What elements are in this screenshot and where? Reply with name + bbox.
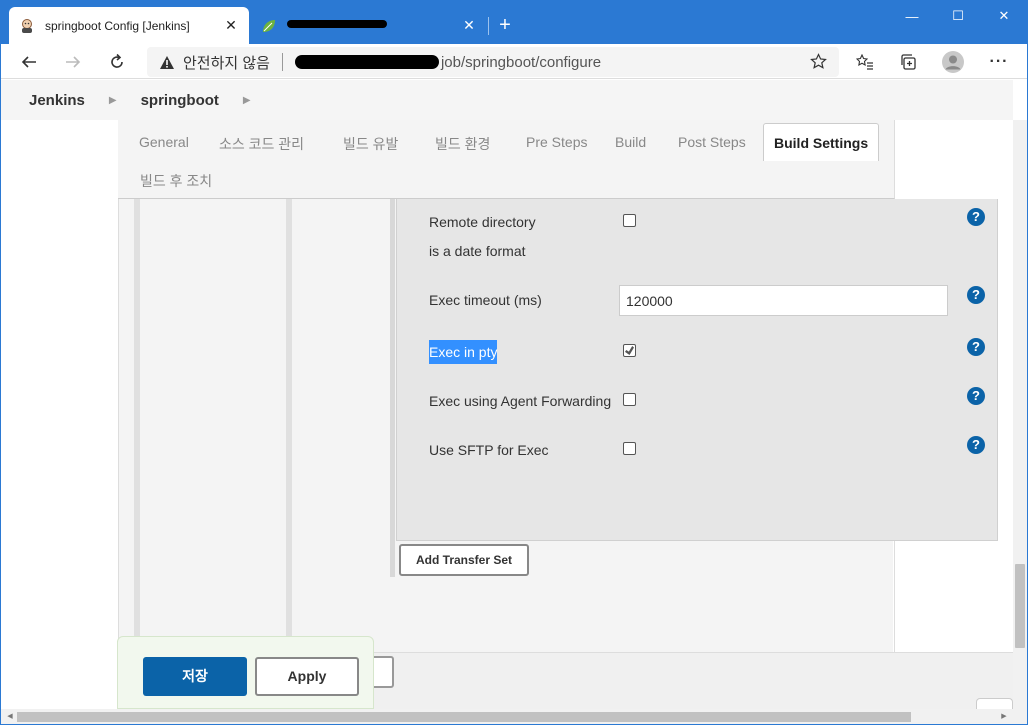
tab-jenkins-config[interactable]: springboot Config [Jenkins] ✕ bbox=[9, 7, 249, 44]
back-arrow-icon bbox=[21, 56, 36, 68]
tab-build-settings[interactable]: Build Settings bbox=[763, 123, 880, 161]
breadcrumb-arrow-icon[interactable]: ▶ bbox=[97, 95, 129, 106]
refresh-icon bbox=[111, 53, 123, 68]
sftp-label: Use SFTP for Exec bbox=[429, 442, 549, 458]
horizontal-scrollbar[interactable]: ◀ ▶ bbox=[1, 709, 1027, 724]
help-icon[interactable]: ? bbox=[967, 338, 985, 356]
nesting-bar bbox=[286, 199, 292, 709]
exec-in-pty-label: Exec in pty bbox=[429, 340, 498, 364]
tab-close-icon[interactable]: ✕ bbox=[461, 17, 477, 34]
apply-button[interactable]: Apply bbox=[255, 657, 359, 696]
add-transfer-set-button[interactable]: Add Transfer Set bbox=[399, 544, 529, 576]
address-url[interactable]: job/springboot/configure bbox=[441, 54, 601, 71]
favorites-button[interactable] bbox=[851, 48, 879, 76]
tab-general[interactable]: General bbox=[139, 134, 189, 150]
tab-scm[interactable]: 소스 코드 관리 bbox=[219, 134, 304, 154]
agent-forwarding-checkbox[interactable] bbox=[623, 393, 636, 406]
tab-post-steps[interactable]: Post Steps bbox=[678, 134, 746, 150]
exec-in-pty-checkbox[interactable] bbox=[623, 344, 636, 357]
maximize-button[interactable]: ☐ bbox=[935, 1, 981, 31]
help-icon[interactable]: ? bbox=[967, 436, 985, 454]
breadcrumb-arrow-icon[interactable]: ▶ bbox=[231, 95, 263, 106]
agent-forwarding-label: Exec using Agent Forwarding bbox=[429, 393, 612, 409]
lower-section bbox=[292, 652, 1013, 709]
remote-dir-date-label: Remote directory bbox=[429, 214, 536, 230]
partial-control[interactable] bbox=[976, 698, 1013, 709]
help-icon[interactable]: ? bbox=[967, 387, 985, 405]
tab-title-redacted bbox=[287, 18, 461, 33]
nesting-bar bbox=[390, 199, 395, 577]
tab-title: springboot Config [Jenkins] bbox=[45, 18, 190, 33]
help-icon[interactable]: ? bbox=[967, 286, 985, 304]
browser-toolbar: 안전하지 않음 job/springboot/configure ··· bbox=[1, 44, 1027, 79]
back-button[interactable] bbox=[15, 48, 43, 76]
tab-build-triggers[interactable]: 빌드 유발 bbox=[343, 134, 398, 154]
breadcrumb: Jenkins ▶ springboot ▶ bbox=[1, 80, 1013, 120]
sftp-checkbox[interactable] bbox=[623, 442, 636, 455]
redacted-host bbox=[294, 55, 439, 69]
horizontal-scroll-thumb[interactable] bbox=[17, 712, 911, 722]
forward-arrow-icon bbox=[66, 56, 81, 68]
tab-build[interactable]: Build bbox=[615, 134, 646, 150]
save-button[interactable]: 저장 bbox=[143, 657, 247, 696]
favorites-list-icon bbox=[856, 54, 873, 70]
tab-spring[interactable]: ✕ bbox=[251, 7, 487, 44]
help-icon[interactable]: ? bbox=[967, 208, 985, 226]
spring-leaf-icon bbox=[261, 18, 277, 34]
address-divider bbox=[281, 53, 283, 71]
profile-button[interactable] bbox=[939, 48, 967, 76]
remote-dir-date-label-cont: is a date format bbox=[429, 243, 526, 259]
minimize-button[interactable]: — bbox=[889, 1, 935, 31]
tab-build-environment[interactable]: 빌드 환경 bbox=[435, 134, 490, 154]
new-tab-button[interactable]: + bbox=[493, 13, 517, 37]
avatar-icon bbox=[942, 51, 964, 73]
forward-button[interactable] bbox=[59, 48, 87, 76]
title-bar: springboot Config [Jenkins] ✕ ✕ + — ☐ ✕ bbox=[1, 1, 1027, 44]
vertical-scrollbar[interactable] bbox=[1013, 120, 1027, 709]
collections-icon bbox=[901, 54, 916, 70]
tab-pre-steps[interactable]: Pre Steps bbox=[526, 134, 587, 150]
exec-timeout-label: Exec timeout (ms) bbox=[429, 292, 542, 308]
tab-close-icon[interactable]: ✕ bbox=[223, 17, 239, 34]
window-controls: — ☐ ✕ bbox=[889, 1, 1027, 31]
scroll-left-arrow-icon[interactable]: ◀ bbox=[3, 709, 17, 724]
config-page: General 소스 코드 관리 빌드 유발 빌드 환경 Pre Steps B… bbox=[1, 120, 1013, 709]
nesting-bar bbox=[134, 199, 140, 709]
settings-menu-button[interactable]: ··· bbox=[985, 48, 1013, 76]
security-label[interactable]: 안전하지 않음 bbox=[183, 52, 270, 73]
browser-window: springboot Config [Jenkins] ✕ ✕ + — ☐ ✕ bbox=[0, 0, 1028, 725]
warning-icon[interactable] bbox=[159, 55, 175, 70]
jenkins-favicon-icon bbox=[19, 18, 35, 34]
scroll-right-arrow-icon[interactable]: ▶ bbox=[997, 709, 1011, 724]
favorite-star-icon[interactable] bbox=[810, 53, 827, 74]
vertical-scroll-thumb[interactable] bbox=[1015, 564, 1025, 648]
tab-post-build-actions[interactable]: 빌드 후 조치 bbox=[140, 171, 212, 191]
refresh-button[interactable] bbox=[103, 48, 131, 76]
close-window-button[interactable]: ✕ bbox=[981, 1, 1027, 31]
exec-timeout-input[interactable] bbox=[619, 285, 948, 316]
tab-divider bbox=[488, 17, 489, 35]
collections-button[interactable] bbox=[895, 48, 923, 76]
address-bar[interactable]: 안전하지 않음 job/springboot/configure bbox=[147, 47, 839, 77]
breadcrumb-springboot[interactable]: springboot bbox=[129, 92, 231, 109]
breadcrumb-jenkins[interactable]: Jenkins bbox=[1, 92, 97, 109]
remote-dir-date-checkbox[interactable] bbox=[623, 214, 636, 227]
